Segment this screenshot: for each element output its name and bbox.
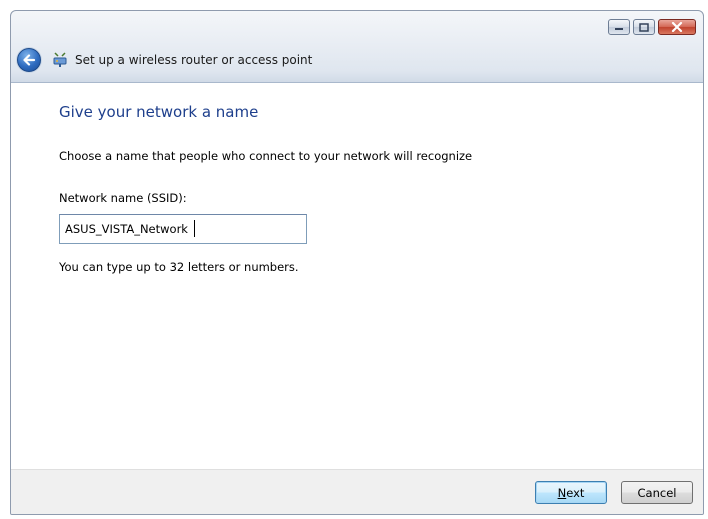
minimize-icon: [615, 28, 623, 30]
wizard-window: Set up a wireless router or access point…: [10, 10, 704, 515]
maximize-button[interactable]: [633, 19, 655, 35]
page-title: Give your network a name: [59, 103, 259, 121]
wizard-footer: Next Cancel: [11, 469, 703, 514]
ssid-label: Network name (SSID):: [59, 191, 187, 205]
wizard-header: Set up a wireless router or access point: [17, 47, 312, 73]
hint-text: You can type up to 32 letters or numbers…: [59, 260, 299, 274]
next-button-label: ext: [566, 485, 585, 500]
instruction-text: Choose a name that people who connect to…: [59, 149, 473, 163]
ssid-input[interactable]: [59, 214, 307, 244]
close-icon: [671, 22, 683, 32]
next-button-mnemonic: N: [557, 485, 567, 500]
text-caret: [194, 220, 195, 237]
window-title: Set up a wireless router or access point: [75, 53, 313, 67]
wizard-content: Give your network a name Choose a name t…: [11, 82, 703, 469]
next-button[interactable]: Next: [535, 481, 607, 504]
cancel-button[interactable]: Cancel: [621, 481, 693, 504]
wireless-router-icon: [51, 51, 69, 69]
window-controls: [608, 19, 696, 35]
minimize-button[interactable]: [608, 19, 630, 35]
maximize-icon: [639, 22, 649, 32]
back-button[interactable]: [17, 48, 41, 72]
back-arrow-icon: [23, 54, 36, 66]
close-button[interactable]: [658, 19, 696, 35]
